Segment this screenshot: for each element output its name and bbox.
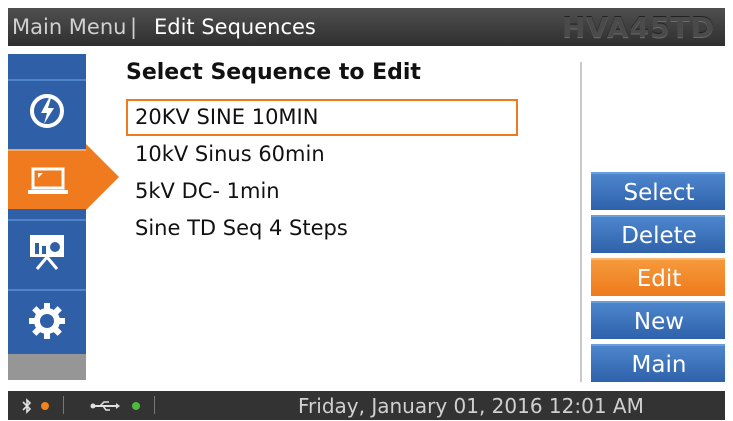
- list-item[interactable]: 10kV Sinus 60min: [126, 136, 518, 173]
- delete-button[interactable]: Delete: [591, 215, 725, 253]
- edit-button[interactable]: Edit: [591, 258, 725, 296]
- model-logo: HVA45TD: [561, 11, 715, 44]
- usb-icon: [90, 401, 120, 411]
- breadcrumb-current: Edit Sequences: [154, 15, 316, 39]
- page-title: Select Sequence to Edit: [126, 60, 421, 85]
- select-button[interactable]: Select: [591, 172, 725, 210]
- list-item[interactable]: 5kV DC- 1min: [126, 173, 518, 210]
- power-icon: [30, 94, 64, 128]
- gear-icon: [29, 303, 65, 339]
- status-divider: [63, 396, 64, 414]
- laptop-icon: [28, 167, 68, 194]
- sidebar-item-reports[interactable]: [8, 219, 86, 279]
- device-screen: Main Menu | Edit Sequences HVA45TD Selec…: [8, 8, 725, 420]
- sidebar-bottom-spacer: [8, 354, 86, 380]
- bluetooth-icon: [22, 398, 32, 414]
- sidebar-item-sequences[interactable]: [8, 149, 86, 209]
- datetime-label: Friday, January 01, 2016 12:01 AM: [298, 394, 644, 418]
- status-divider: [154, 396, 155, 414]
- sidebar-item-power[interactable]: [8, 79, 86, 139]
- status-bar: Friday, January 01, 2016 12:01 AM: [8, 391, 725, 420]
- bluetooth-status-dot: [41, 402, 49, 410]
- list-item[interactable]: 20KV SINE 10MIN: [126, 99, 518, 136]
- breadcrumb-main-menu[interactable]: Main Menu: [12, 15, 126, 39]
- device-frame: Main Menu | Edit Sequences HVA45TD Selec…: [0, 0, 733, 421]
- divider-line: [580, 62, 582, 382]
- sidebar-top-spacer: [8, 54, 86, 79]
- list-item[interactable]: Sine TD Seq 4 Steps: [126, 210, 518, 247]
- new-button[interactable]: New: [591, 301, 725, 339]
- breadcrumb-separator: |: [130, 15, 138, 39]
- header-bar: Main Menu | Edit Sequences HVA45TD: [8, 8, 725, 46]
- presentation-chart-icon: [30, 235, 64, 270]
- usb-status-dot: [132, 402, 140, 410]
- main-button[interactable]: Main: [591, 344, 725, 382]
- sidebar-item-settings[interactable]: [8, 289, 86, 349]
- sequence-list: 20KV SINE 10MIN 10kV Sinus 60min 5kV DC-…: [126, 99, 526, 247]
- sidebar: [8, 54, 86, 380]
- active-item-pointer: [86, 144, 119, 210]
